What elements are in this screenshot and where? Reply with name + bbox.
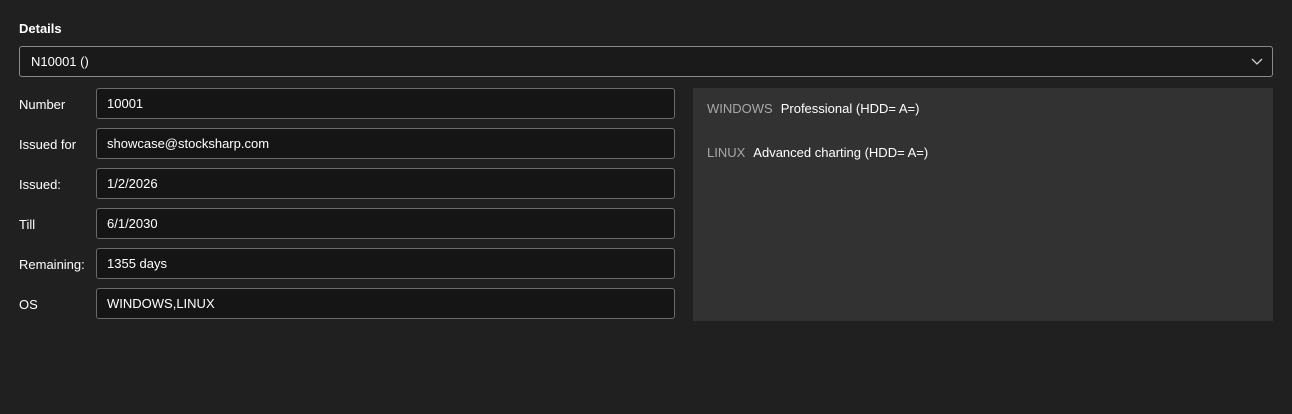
license-details-view: Details N10001 () Number Issued for Issu…	[0, 0, 1292, 414]
section-title: Details	[19, 21, 62, 36]
os-features-panel: WINDOWS Professional (HDD= A=) LINUX Advan…	[693, 88, 1273, 321]
number-field[interactable]	[96, 88, 675, 119]
license-selector[interactable]: N10001 ()	[19, 46, 1273, 77]
remaining-label: Remaining:	[19, 257, 85, 272]
os-name: WINDOWS	[707, 101, 773, 116]
os-feature-description: Advanced charting (HDD= A=)	[753, 145, 929, 160]
os-name: LINUX	[707, 145, 746, 160]
issued-for-label: Issued for	[19, 137, 77, 152]
chevron-down-icon	[1251, 58, 1263, 65]
issued-label: Issued:	[19, 177, 61, 192]
remaining-field[interactable]	[96, 248, 675, 279]
till-label: Till	[19, 217, 36, 232]
os-feature-description: Professional (HDD= A=)	[780, 101, 920, 116]
license-selector-value: N10001 ()	[31, 54, 89, 69]
till-field[interactable]	[96, 208, 675, 239]
issued-field[interactable]	[96, 168, 675, 199]
number-label: Number	[19, 97, 66, 112]
os-feature-item: LINUX Advanced charting (HDD= A=)	[707, 144, 928, 162]
os-field[interactable]	[96, 288, 675, 319]
os-feature-item: WINDOWS Professional (HDD= A=)	[707, 100, 919, 118]
os-label: OS	[19, 297, 38, 312]
issued-for-field[interactable]	[96, 128, 675, 159]
